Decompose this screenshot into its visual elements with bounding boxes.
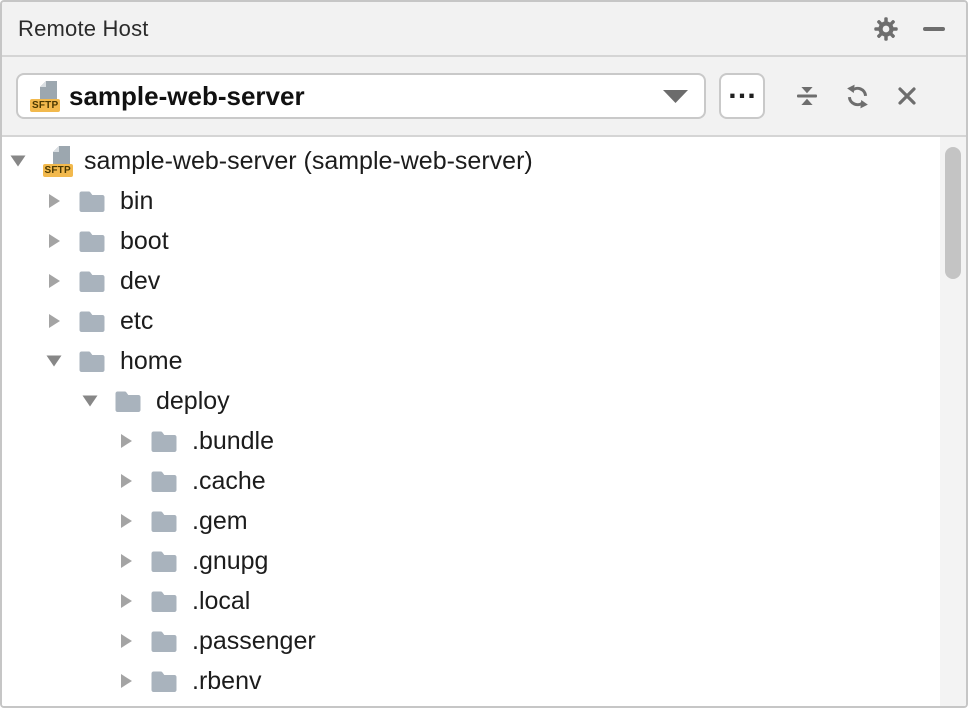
chevron-down-icon[interactable]	[46, 353, 62, 369]
tree-row[interactable]: etc	[2, 301, 966, 341]
tool-window-header: Remote Host	[2, 2, 966, 57]
server-selector-dropdown[interactable]: SFTP sample-web-server	[16, 73, 706, 119]
tree-row[interactable]: .bundle	[2, 421, 966, 461]
close-icon	[894, 83, 920, 109]
folder-icon	[150, 546, 178, 577]
folder-icon	[78, 226, 106, 257]
tree-row-label: .rbenv	[192, 667, 261, 696]
folder-icon	[150, 626, 178, 657]
tree-row-label: .gnupg	[192, 547, 268, 576]
tree-row-label: boot	[120, 227, 169, 256]
tree-row[interactable]: .passenger	[2, 621, 966, 661]
chevron-right-icon[interactable]	[118, 673, 134, 689]
folder-icon	[150, 586, 178, 617]
chevron-right-icon[interactable]	[46, 193, 62, 209]
chevron-right-icon[interactable]	[118, 633, 134, 649]
tree-row-label: .gem	[192, 507, 248, 536]
tree-row[interactable]: home	[2, 341, 966, 381]
chevron-right-icon[interactable]	[118, 553, 134, 569]
server-selector-value: sample-web-server	[69, 81, 305, 112]
collapse-all-button[interactable]	[787, 76, 827, 116]
tree-row-label: .cache	[192, 467, 266, 496]
chevron-right-icon[interactable]	[118, 593, 134, 609]
tree-rows: SFTP sample-web-server (sample-web-serve…	[2, 137, 966, 701]
browse-button[interactable]: …	[719, 73, 765, 119]
collapse-all-icon	[794, 83, 820, 109]
minimize-icon	[923, 27, 945, 31]
tree-row[interactable]: .local	[2, 581, 966, 621]
file-tree: SFTP sample-web-server (sample-web-serve…	[2, 137, 966, 706]
tree-row-label: .passenger	[192, 627, 316, 656]
chevron-right-icon[interactable]	[46, 233, 62, 249]
tree-row-label: .bundle	[192, 427, 274, 456]
sftp-icon: SFTP	[30, 81, 57, 112]
tree-row[interactable]: .rbenv	[2, 661, 966, 701]
tree-row-label: .local	[192, 587, 250, 616]
hide-button[interactable]	[918, 13, 950, 45]
refresh-icon	[844, 83, 871, 110]
tree-row[interactable]: .gem	[2, 501, 966, 541]
chevron-right-icon[interactable]	[118, 433, 134, 449]
folder-icon	[114, 386, 142, 417]
tree-row[interactable]: .gnupg	[2, 541, 966, 581]
tree-row-label: etc	[120, 307, 153, 336]
sftp-icon: SFTP	[42, 146, 70, 177]
tree-row[interactable]: SFTP sample-web-server (sample-web-serve…	[2, 141, 966, 181]
chevron-right-icon[interactable]	[118, 473, 134, 489]
tree-row-label: bin	[120, 187, 153, 216]
tree-row[interactable]: dev	[2, 261, 966, 301]
chevron-down-icon[interactable]	[82, 393, 98, 409]
tree-row-label: dev	[120, 267, 160, 296]
chevron-right-icon[interactable]	[46, 273, 62, 289]
folder-icon	[78, 346, 106, 377]
folder-icon	[78, 186, 106, 217]
tree-row[interactable]: deploy	[2, 381, 966, 421]
refresh-button[interactable]	[837, 76, 877, 116]
chevron-down-icon[interactable]	[10, 153, 26, 169]
page-title: Remote Host	[18, 16, 870, 42]
folder-icon	[150, 466, 178, 497]
tree-row[interactable]: bin	[2, 181, 966, 221]
toolbar: SFTP sample-web-server …	[2, 57, 966, 137]
scrollbar[interactable]	[940, 137, 966, 706]
tree-row-label: home	[120, 347, 183, 376]
tree-row[interactable]: .cache	[2, 461, 966, 501]
tree-row[interactable]: boot	[2, 221, 966, 261]
folder-icon	[150, 666, 178, 697]
settings-button[interactable]	[870, 13, 902, 45]
scrollbar-thumb[interactable]	[945, 147, 961, 279]
sftp-badge: SFTP	[30, 99, 60, 112]
tree-row-label: deploy	[156, 387, 230, 416]
folder-icon	[78, 266, 106, 297]
folder-icon	[78, 306, 106, 337]
gear-icon	[873, 16, 899, 42]
folder-icon	[150, 426, 178, 457]
chevron-right-icon[interactable]	[118, 513, 134, 529]
chevron-down-icon[interactable]	[663, 90, 688, 103]
tree-row-label: sample-web-server (sample-web-server)	[84, 147, 533, 176]
folder-icon	[150, 506, 178, 537]
remote-host-tool-window: Remote Host	[0, 0, 968, 708]
chevron-right-icon[interactable]	[46, 313, 62, 329]
close-button[interactable]	[887, 76, 927, 116]
